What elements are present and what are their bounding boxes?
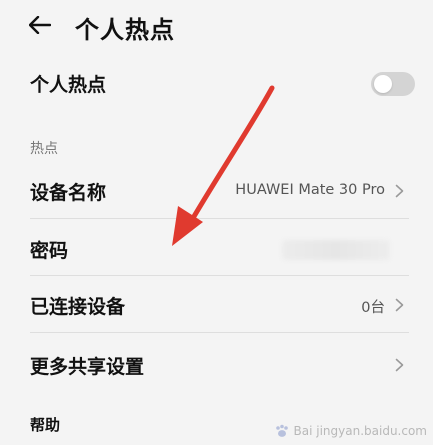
more-sharing-settings-label: 更多共享设置	[30, 356, 145, 378]
paw-logo-icon	[275, 424, 288, 437]
password-redaction	[282, 240, 390, 260]
connected-devices-count: 0台	[361, 300, 385, 316]
more-sharing-settings-row[interactable]: 更多共享设置	[0, 344, 433, 384]
hotspot-toggle-label: 个人热点	[30, 74, 107, 96]
header: 个人热点	[0, 0, 433, 50]
help-label: 帮助	[30, 416, 61, 434]
password-label: 密码	[30, 240, 69, 262]
back-button[interactable]	[20, 8, 60, 42]
back-arrow-icon	[29, 16, 51, 34]
device-name-row[interactable]: 设备名称 HUAWEI Mate 30 Pro	[0, 170, 433, 210]
device-name-value: HUAWEI Mate 30 Pro	[235, 182, 385, 198]
chevron-right-icon	[391, 180, 407, 202]
section-label-hotspot: 热点	[30, 141, 58, 157]
chevron-right-icon	[391, 294, 407, 316]
toggle-knob	[374, 75, 392, 93]
watermark-text: Bai jingyan.baidu.com	[293, 424, 427, 438]
hotspot-settings-page: 个人热点 个人热点 热点 设备名称 HUAWEI Mate 30 Pro 密码 …	[0, 0, 433, 445]
device-name-label: 设备名称	[30, 182, 107, 204]
hotspot-toggle-row[interactable]: 个人热点	[0, 60, 433, 106]
divider	[30, 332, 409, 333]
divider	[30, 218, 409, 219]
divider	[30, 275, 409, 276]
baidu-jingyan-watermark: Bai jingyan.baidu.com	[274, 423, 427, 439]
chevron-right-icon	[391, 354, 407, 376]
connected-devices-row[interactable]: 已连接设备 0台	[0, 284, 433, 324]
hotspot-toggle-switch[interactable]	[371, 72, 415, 96]
page-title: 个人热点	[75, 16, 175, 44]
connected-devices-label: 已连接设备	[30, 296, 126, 318]
